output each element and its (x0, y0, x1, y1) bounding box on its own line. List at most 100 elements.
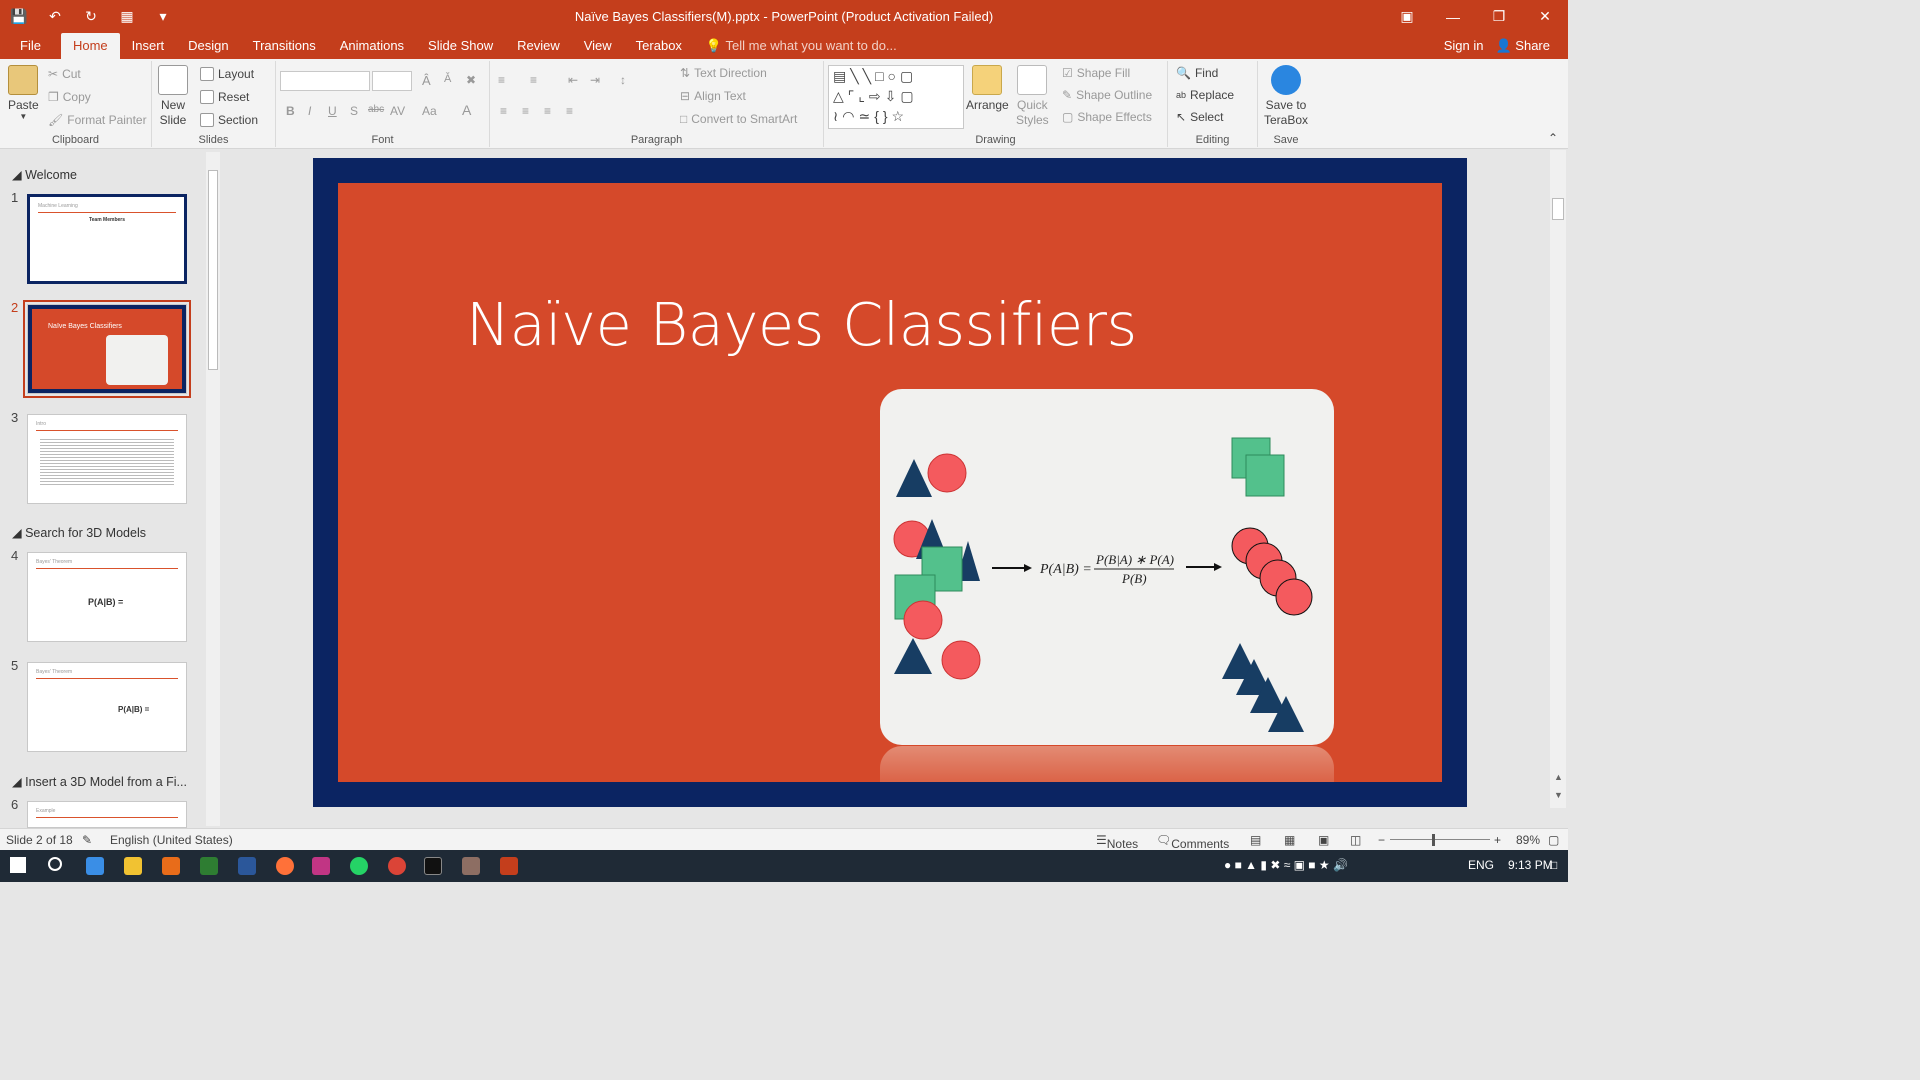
language-indicator[interactable]: English (United States) (110, 833, 233, 847)
change-case-icon[interactable]: Aa (422, 104, 437, 118)
scrollbar-thumb[interactable] (208, 170, 218, 370)
slide-thumbnail-6[interactable]: Example (27, 801, 187, 828)
shapes-gallery[interactable]: ▤╲╲□○▢ △⌜⌞⇨⇩▢ ≀◠≃{}☆ (828, 65, 964, 129)
tab-animations[interactable]: Animations (328, 33, 416, 59)
strikethrough-icon[interactable]: abc (368, 104, 384, 115)
search-icon[interactable] (48, 857, 62, 871)
notes-button[interactable]: ☰ Notes (1096, 833, 1138, 851)
windows-start-icon[interactable] (10, 857, 26, 873)
align-right-icon[interactable]: ≡ (544, 104, 551, 118)
layout-button[interactable]: Layout (200, 67, 254, 81)
slide-title[interactable]: Naïve Bayes Classifiers (466, 290, 1137, 359)
clear-format-icon[interactable]: ✖ (466, 73, 476, 87)
slide-thumbnail-2[interactable]: Naïve Bayes Classifiers (23, 300, 191, 398)
decrease-indent-icon[interactable]: ⇤ (568, 73, 578, 87)
tab-terabox[interactable]: Terabox (624, 33, 694, 59)
format-painter-button[interactable]: 🖌 Format Painter (48, 113, 147, 127)
comments-button[interactable]: 🗨 Comments (1156, 833, 1229, 851)
italic-icon[interactable]: I (308, 104, 311, 118)
slide-thumbnail-3[interactable]: Intro (27, 414, 187, 504)
tab-insert[interactable]: Insert (120, 33, 177, 59)
reading-view-icon[interactable]: ▣ (1318, 833, 1329, 847)
numbering-icon[interactable]: ≡ (530, 73, 537, 87)
select-button[interactable]: ↖ Select (1176, 110, 1223, 124)
shrink-font-icon[interactable]: Ǎ (444, 73, 451, 85)
instagram-icon[interactable] (312, 857, 330, 875)
cut-button[interactable]: ✂ Cut (48, 67, 81, 81)
smartart-button[interactable]: □ Convert to SmartArt (680, 112, 797, 126)
thumbnail-scrollbar[interactable] (206, 152, 220, 826)
tab-view[interactable]: View (572, 33, 624, 59)
section-welcome[interactable]: ◢ Welcome (12, 167, 77, 182)
terminal-icon[interactable] (424, 857, 442, 875)
zoom-out-button[interactable]: − (1378, 833, 1385, 847)
section-button[interactable]: Section (200, 113, 258, 127)
zoom-slider-thumb[interactable] (1432, 834, 1435, 846)
bullets-icon[interactable]: ≡ (498, 73, 505, 87)
shape-fill-button[interactable]: ☑ Shape Fill (1062, 66, 1130, 80)
share-button[interactable]: 👤 Share (1495, 33, 1550, 59)
tell-me-box[interactable]: 💡 Tell me what you want to do... (706, 33, 897, 59)
slide-thumbnail-5[interactable]: Bayes' Theorem P(A|B) = (27, 662, 187, 752)
file-explorer-icon[interactable] (124, 857, 142, 875)
find-button[interactable]: 🔍 Find (1176, 66, 1218, 80)
grow-font-icon[interactable]: Â (422, 73, 431, 88)
illustration-card[interactable]: P(A|B) = P(B|A) ∗ P(A) P(B) (880, 389, 1334, 745)
slide-thumbnail-4[interactable]: Bayes' Theorem P(A|B) = (27, 552, 187, 642)
zoom-level[interactable]: 89% (1516, 833, 1540, 847)
reset-button[interactable]: Reset (200, 90, 249, 104)
shadow-icon[interactable]: S (350, 104, 358, 118)
zoom-in-button[interactable]: + (1494, 833, 1501, 847)
align-left-icon[interactable]: ≡ (500, 104, 507, 118)
zoom-slider[interactable] (1390, 839, 1490, 840)
shape-outline-button[interactable]: ✎ Shape Outline (1062, 88, 1152, 102)
fit-to-window-icon[interactable]: ▢ (1548, 833, 1559, 847)
font-family-input[interactable] (280, 71, 370, 91)
text-direction-button[interactable]: ⇅ Text Direction (680, 66, 767, 80)
firefox-icon[interactable] (276, 857, 294, 875)
slide-thumbnail-1[interactable]: Machine Learning Team Members (27, 194, 187, 284)
font-size-input[interactable] (372, 71, 412, 91)
close-button[interactable]: ✕ (1522, 0, 1568, 33)
tab-file[interactable]: File (0, 33, 61, 59)
vlc-icon[interactable] (162, 857, 180, 875)
notifications-icon[interactable]: □ (1550, 858, 1557, 872)
sign-in-link[interactable]: Sign in (1444, 33, 1484, 59)
scrollbar-thumb[interactable] (1552, 198, 1564, 220)
whatsapp-icon[interactable] (350, 857, 368, 875)
quick-styles-button[interactable]: Quick Styles (1016, 65, 1049, 128)
replace-button[interactable]: ab Replace (1176, 88, 1234, 102)
section-insert-3d[interactable]: ◢ Insert a 3D Model from a Fi... (12, 774, 187, 789)
arrange-button[interactable]: Arrange (966, 65, 1009, 112)
minimize-button[interactable]: — (1430, 0, 1476, 33)
bold-icon[interactable]: B (286, 104, 295, 118)
justify-icon[interactable]: ≡ (566, 104, 573, 118)
archive-icon[interactable] (462, 857, 480, 875)
collapse-ribbon-icon[interactable]: ⌃ (1548, 131, 1558, 145)
current-slide[interactable]: Naïve Bayes Classifiers P(A|B) = P(B|A) … (313, 158, 1467, 807)
tab-home[interactable]: Home (60, 33, 120, 59)
store-icon[interactable] (86, 857, 104, 875)
slide-sorter-icon[interactable]: ▦ (1284, 833, 1295, 847)
language-tray[interactable]: ENG (1468, 858, 1494, 872)
next-slide-icon[interactable]: ▼ (1554, 790, 1563, 800)
ribbon-display-options-icon[interactable]: ▣ (1384, 0, 1430, 33)
restore-button[interactable]: ❐ (1476, 0, 1522, 33)
tab-slideshow[interactable]: Slide Show (416, 33, 505, 59)
chrome-icon[interactable] (388, 857, 406, 875)
char-spacing-icon[interactable]: AV (390, 104, 405, 118)
word-icon[interactable] (238, 857, 256, 875)
tray-icons[interactable]: ● ■ ▲ ▮ ✖ ≈ ▣ ■ ★ 🔊 (1224, 858, 1348, 872)
line-spacing-icon[interactable]: ↕ (620, 73, 626, 87)
slideshow-view-icon[interactable]: ◫ (1350, 833, 1361, 847)
copy-button[interactable]: ❐ Copy (48, 90, 91, 104)
tab-review[interactable]: Review (505, 33, 572, 59)
tab-design[interactable]: Design (176, 33, 240, 59)
new-slide-button[interactable]: New Slide (158, 65, 188, 128)
powerpoint-icon[interactable] (500, 857, 518, 875)
paste-button[interactable]: Paste ▼ (8, 65, 39, 121)
font-color-icon[interactable]: A (462, 102, 471, 118)
increase-indent-icon[interactable]: ⇥ (590, 73, 600, 87)
shape-effects-button[interactable]: ▢ Shape Effects (1062, 110, 1152, 124)
editor-scrollbar[interactable]: ▲ ▼ (1550, 150, 1566, 808)
